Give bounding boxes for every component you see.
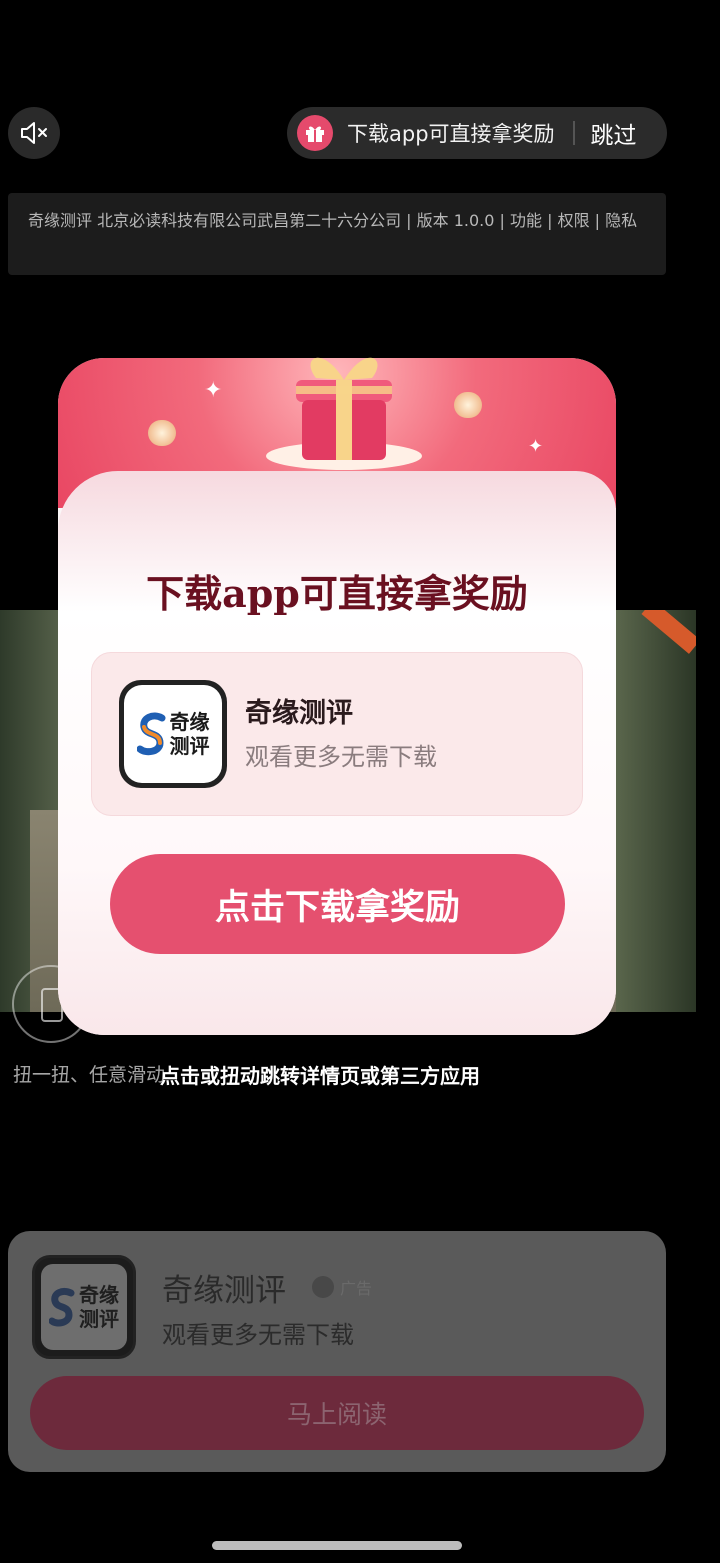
speaker-muted-icon bbox=[21, 122, 47, 144]
coin-icon bbox=[454, 392, 482, 418]
read-now-button[interactable]: 马上阅读 bbox=[30, 1376, 644, 1450]
reward-popup[interactable]: ✦ ✦ 下载app可直接拿奖励 奇缘 测评 奇缘测评 观看更多无需下载 点击下载… bbox=[58, 357, 616, 1035]
popup-app-logo[interactable]: 奇缘 测评 bbox=[119, 680, 227, 788]
ad-app-desc: 观看更多无需下载 bbox=[162, 1321, 354, 1349]
shake-hint: 扭一扭、任意滑动 bbox=[13, 1064, 166, 1086]
video-scene-right bbox=[616, 610, 696, 1012]
ad-app-logo[interactable]: 奇缘 测评 bbox=[32, 1255, 136, 1359]
popup-title: 下载app可直接拿奖励 bbox=[146, 571, 528, 616]
ad-badge: 广告 bbox=[312, 1275, 372, 1299]
coin-icon bbox=[148, 420, 176, 446]
popup-logo-line1: 奇缘 bbox=[169, 710, 210, 734]
ad-logo-line1: 奇缘 bbox=[79, 1283, 119, 1307]
app-info-text[interactable]: 奇缘测评 北京必读科技有限公司武昌第二十六分公司 | 版本 1.0.0 | 功能… bbox=[28, 211, 637, 230]
popup-app-desc: 观看更多无需下载 bbox=[245, 743, 437, 771]
divider bbox=[572, 121, 575, 145]
sparkle-icon: ✦ bbox=[528, 436, 544, 457]
ad-badge-label: 广告 bbox=[340, 1279, 373, 1298]
popup-logo-text: 奇缘 测评 bbox=[170, 710, 210, 758]
gift-box-icon bbox=[266, 357, 422, 470]
gift-icon bbox=[297, 115, 333, 151]
skip-button[interactable]: 跳过 bbox=[591, 116, 637, 150]
popup-app-name: 奇缘测评 bbox=[245, 698, 353, 729]
ad-card[interactable]: 奇缘 测评 奇缘测评 广告 观看更多无需下载 马上阅读 bbox=[8, 1231, 666, 1472]
app-logo-icon: 奇缘 测评 bbox=[41, 1264, 127, 1350]
popup-logo-line2: 测评 bbox=[169, 734, 210, 758]
ad-app-name[interactable]: 奇缘测评 bbox=[162, 1265, 286, 1310]
ad-badge-icon bbox=[312, 1276, 334, 1298]
jump-hint: 点击或扭动跳转详情页或第三方应用 bbox=[160, 1064, 480, 1088]
ad-logo-line2: 测评 bbox=[79, 1307, 119, 1331]
reward-text: 下载app可直接拿奖励 bbox=[347, 122, 555, 146]
sparkle-icon: ✦ bbox=[204, 378, 223, 403]
home-indicator[interactable] bbox=[212, 1541, 462, 1550]
download-reward-button[interactable]: 点击下载拿奖励 bbox=[110, 854, 565, 954]
reward-skip-bar[interactable]: 下载app可直接拿奖励 跳过 bbox=[287, 107, 667, 159]
popup-app-card[interactable]: 奇缘 测评 奇缘测评 观看更多无需下载 bbox=[91, 652, 583, 816]
mute-button[interactable] bbox=[8, 107, 60, 159]
logo-s-icon bbox=[49, 1287, 75, 1327]
app-logo-icon: 奇缘 测评 bbox=[124, 685, 222, 783]
ad-logo-text: 奇缘 测评 bbox=[79, 1283, 119, 1331]
app-info-bar[interactable]: 奇缘测评 北京必读科技有限公司武昌第二十六分公司 | 版本 1.0.0 | 功能… bbox=[8, 193, 666, 275]
logo-s-icon bbox=[136, 712, 165, 756]
